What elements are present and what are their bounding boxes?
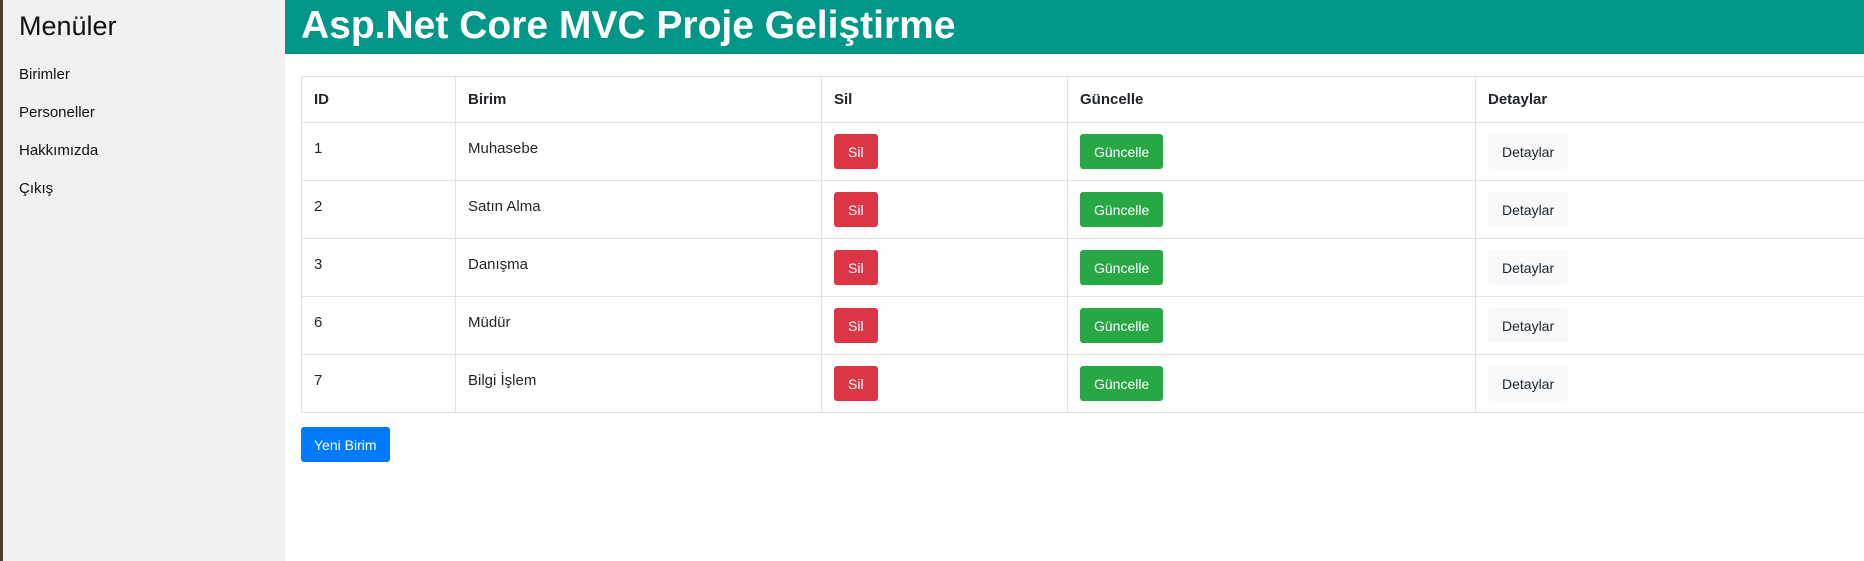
cell-detaylar: Detaylar (1475, 180, 1864, 239)
cell-detaylar: Detaylar (1475, 354, 1864, 413)
column-header-guncelle: Güncelle (1067, 76, 1476, 123)
sidebar-item-personeller[interactable]: Personeller (3, 94, 285, 132)
cell-birim: Müdür (455, 296, 822, 355)
cell-detaylar: Detaylar (1475, 122, 1864, 181)
page-title: Asp.Net Core MVC Proje Geliştirme (301, 4, 956, 47)
new-unit-button[interactable]: Yeni Birim (301, 427, 390, 462)
sidebar-menu: Birimler Personeller Hakkımızda Çıkış (3, 56, 285, 208)
update-button[interactable]: Güncelle (1080, 134, 1164, 169)
id-value: 1 (314, 140, 323, 157)
table-header-row: ID Birim Sil Güncelle Detaylar (301, 76, 1864, 123)
column-header-detaylar: Detaylar (1475, 76, 1864, 123)
cell-sil: Sil (821, 238, 1068, 297)
sidebar-item-birimler[interactable]: Birimler (3, 56, 285, 94)
birim-value: Danışma (468, 256, 529, 273)
sidebar-item: Çıkış (3, 170, 285, 208)
sidebar-item-cikis[interactable]: Çıkış (3, 170, 285, 208)
cell-guncelle: Güncelle (1067, 354, 1476, 413)
update-button[interactable]: Güncelle (1080, 308, 1164, 343)
column-header-id: ID (301, 76, 456, 123)
table-row: 6 Müdür Sil Güncelle Detaylar (301, 296, 1864, 355)
sidebar: Menüler Birimler Personeller Hakkımızda … (3, 0, 285, 561)
delete-button[interactable]: Sil (834, 134, 878, 169)
details-button[interactable]: Detaylar (1488, 250, 1569, 285)
cell-detaylar: Detaylar (1475, 238, 1864, 297)
cell-birim: Satın Alma (455, 180, 822, 239)
cell-id: 7 (301, 354, 456, 413)
cell-birim: Bilgi İşlem (455, 354, 822, 413)
table-header: ID Birim Sil Güncelle Detaylar (301, 76, 1864, 123)
cell-id: 2 (301, 180, 456, 239)
cell-id: 6 (301, 296, 456, 355)
id-value: 7 (314, 372, 323, 389)
delete-button[interactable]: Sil (834, 308, 878, 343)
cell-guncelle: Güncelle (1067, 122, 1476, 181)
cell-id: 3 (301, 238, 456, 297)
cell-sil: Sil (821, 180, 1068, 239)
birim-value: Müdür (468, 314, 511, 331)
id-value: 6 (314, 314, 323, 331)
page-header: Asp.Net Core MVC Proje Geliştirme (285, 0, 1864, 54)
birim-value: Muhasebe (468, 140, 539, 157)
cell-detaylar: Detaylar (1475, 296, 1864, 355)
id-value: 3 (314, 256, 323, 273)
details-button[interactable]: Detaylar (1488, 366, 1569, 401)
table-row: 7 Bilgi İşlem Sil Güncelle Detaylar (301, 354, 1864, 413)
table-row: 2 Satın Alma Sil Güncelle Detaylar (301, 180, 1864, 239)
sidebar-item: Personeller (3, 94, 285, 132)
cell-guncelle: Güncelle (1067, 238, 1476, 297)
cell-id: 1 (301, 122, 456, 181)
units-table: ID Birim Sil Güncelle Detaylar 1 Muhaseb… (301, 76, 1864, 413)
birim-value: Bilgi İşlem (468, 372, 537, 389)
update-button[interactable]: Güncelle (1080, 366, 1164, 401)
details-button[interactable]: Detaylar (1488, 192, 1569, 227)
table-row: 3 Danışma Sil Güncelle Detaylar (301, 238, 1864, 297)
details-button[interactable]: Detaylar (1488, 134, 1569, 169)
delete-button[interactable]: Sil (834, 366, 878, 401)
update-button[interactable]: Güncelle (1080, 192, 1164, 227)
table-row: 1 Muhasebe Sil Güncelle Detaylar (301, 122, 1864, 181)
column-header-sil: Sil (821, 76, 1068, 123)
delete-button[interactable]: Sil (834, 192, 878, 227)
birim-value: Satın Alma (468, 198, 541, 215)
delete-button[interactable]: Sil (834, 250, 878, 285)
app: Menüler Birimler Personeller Hakkımızda … (0, 0, 1864, 561)
cell-sil: Sil (821, 296, 1068, 355)
details-button[interactable]: Detaylar (1488, 308, 1569, 343)
cell-sil: Sil (821, 122, 1068, 181)
sidebar-item: Birimler (3, 56, 285, 94)
cell-birim: Muhasebe (455, 122, 822, 181)
cell-birim: Danışma (455, 238, 822, 297)
sidebar-title: Menüler (19, 11, 117, 41)
sidebar-item: Hakkımızda (3, 132, 285, 170)
sidebar-item-hakkimizda[interactable]: Hakkımızda (3, 132, 285, 170)
update-button[interactable]: Güncelle (1080, 250, 1164, 285)
cell-sil: Sil (821, 354, 1068, 413)
main-content: ID Birim Sil Güncelle Detaylar 1 Muhaseb… (301, 76, 1864, 462)
table-body: 1 Muhasebe Sil Güncelle Detaylar 2 Satın… (301, 122, 1864, 413)
cell-guncelle: Güncelle (1067, 180, 1476, 239)
column-header-birim: Birim (455, 76, 822, 123)
cell-guncelle: Güncelle (1067, 296, 1476, 355)
id-value: 2 (314, 198, 323, 215)
